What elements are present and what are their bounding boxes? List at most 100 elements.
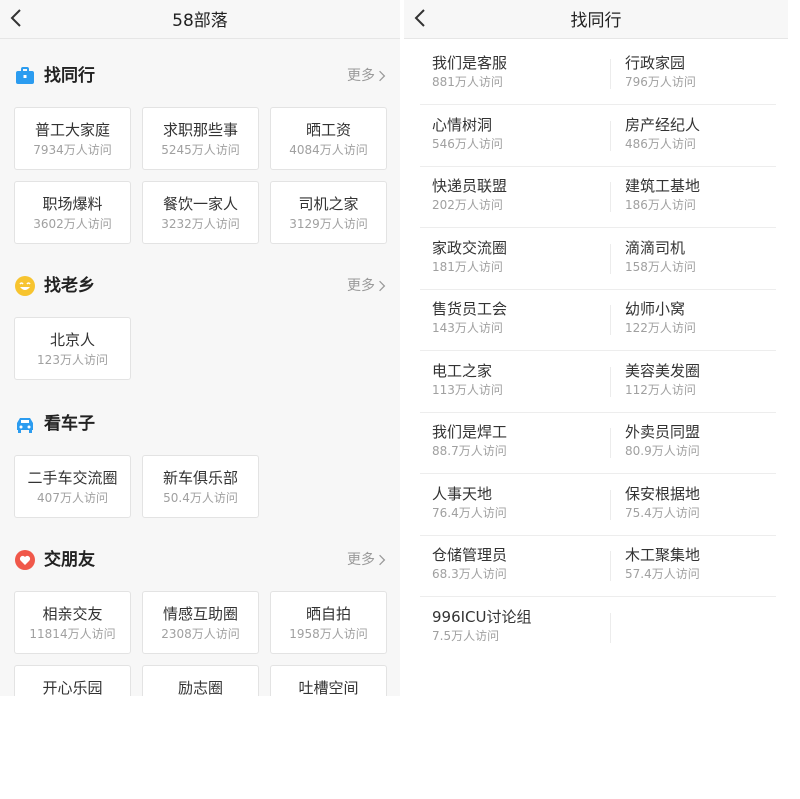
group-visits: 407万人访问 — [37, 491, 108, 505]
group-name: 北京人 — [49, 331, 95, 349]
list-item[interactable]: 滴滴司机 158万人访问 — [625, 238, 788, 275]
group-visits: 3129万人访问 — [289, 217, 368, 231]
group-visits: 3232万人访问 — [161, 217, 240, 231]
group-visits: 88.7万人访问 — [432, 444, 507, 458]
group-card[interactable]: 励志圈 — [142, 665, 259, 696]
group-card[interactable]: 新车俱乐部 50.4万人访问 — [142, 455, 259, 518]
group-name: 人事天地 — [432, 484, 493, 503]
group-visits: 2308万人访问 — [161, 627, 240, 641]
list-item[interactable]: 幼师小窝 122万人访问 — [625, 299, 788, 336]
find-peers-screen: 找同行 我们是客服 881万人访问 行政家园 796万人访问 心情树洞 546万人访问 房产… — [404, 0, 788, 696]
group-card[interactable]: 餐饮一家人 3232万人访问 — [142, 181, 259, 244]
list-row: 我们是焊工 88.7万人访问 外卖员同盟 80.9万人访问 — [420, 412, 776, 474]
column-divider — [610, 551, 611, 581]
chevron-right-icon — [379, 70, 386, 82]
list-row: 快递员联盟 202万人访问 建筑工基地 186万人访问 — [420, 166, 776, 228]
page-title: 找同行 — [570, 11, 622, 31]
group-name: 售货员工会 — [432, 300, 508, 318]
list-item[interactable]: 快递员联盟 202万人访问 — [432, 176, 602, 213]
group-visits: 68.3万人访问 — [432, 567, 507, 581]
group-name: 房产经纪人 — [625, 115, 701, 134]
more-link[interactable]: 更多 — [347, 66, 386, 86]
group-name: 相亲交友 — [42, 605, 103, 623]
group-name: 滴滴司机 — [625, 238, 686, 257]
more-label: 更多 — [347, 278, 375, 294]
more-link[interactable]: 更多 — [347, 550, 386, 570]
list-item[interactable]: 木工聚集地 57.4万人访问 — [625, 545, 788, 582]
group-card[interactable]: 情感互助圈 2308万人访问 — [142, 591, 259, 654]
group-visits: 3602万人访问 — [33, 217, 112, 231]
group-name: 职场爆料 — [42, 195, 103, 213]
column-divider — [610, 182, 611, 212]
nav-bar: 58部落 — [0, 0, 400, 39]
group-card[interactable]: 求职那些事 5245万人访问 — [142, 107, 259, 170]
group-card[interactable]: 普工大家庭 7934万人访问 — [14, 107, 131, 170]
group-card[interactable]: 吐槽空间 — [270, 665, 387, 696]
group-name: 励志圈 — [177, 679, 223, 696]
group-visits: 796万人访问 — [625, 75, 696, 89]
list-item[interactable]: 人事天地 76.4万人访问 — [432, 484, 602, 521]
group-name: 求职那些事 — [162, 121, 238, 139]
group-name: 996ICU讨论组 — [432, 607, 532, 626]
nav-bar: 找同行 — [404, 0, 788, 39]
list-row: 仓储管理员 68.3万人访问 木工聚集地 57.4万人访问 — [420, 535, 776, 597]
group-name: 司机之家 — [298, 195, 359, 213]
heart-icon — [15, 550, 35, 570]
group-visits: 486万人访问 — [625, 136, 696, 151]
group-name: 心情树洞 — [432, 115, 493, 134]
list-item[interactable]: 美容美发圈 112万人访问 — [625, 361, 788, 398]
page-title: 58部落 — [172, 11, 228, 31]
group-visits: 122万人访问 — [625, 321, 696, 335]
group-card[interactable]: 职场爆料 3602万人访问 — [14, 181, 131, 244]
list-item[interactable]: 外卖员同盟 80.9万人访问 — [625, 422, 788, 459]
column-divider — [610, 366, 611, 397]
section-header: 看车子 — [14, 412, 386, 436]
group-visits: 76.4万人访问 — [432, 505, 507, 520]
list-item[interactable]: 我们是焊工 88.7万人访问 — [432, 422, 602, 459]
list-item[interactable]: 我们是客服 881万人访问 — [432, 53, 602, 90]
list-item[interactable]: 售货员工会 143万人访问 — [432, 299, 602, 336]
list-item[interactable]: 建筑工基地 186万人访问 — [625, 176, 788, 213]
column-divider — [610, 59, 611, 89]
group-name: 普工大家庭 — [34, 121, 110, 139]
column-divider — [610, 489, 611, 520]
group-card[interactable]: 二手车交流圈 407万人访问 — [14, 455, 131, 518]
briefcase-icon — [16, 67, 34, 84]
group-visits: 7.5万人访问 — [432, 628, 500, 643]
group-name: 开心乐园 — [42, 679, 103, 696]
section-title: 找同行 — [44, 66, 95, 86]
group-name: 保安根据地 — [625, 484, 701, 503]
group-card[interactable]: 开心乐园 — [14, 665, 131, 696]
group-visits: 181万人访问 — [432, 259, 503, 274]
group-name: 家政交流圈 — [432, 238, 508, 257]
group-card[interactable]: 晒自拍 1958万人访问 — [270, 591, 387, 654]
list-item[interactable]: 仓储管理员 68.3万人访问 — [432, 545, 602, 582]
list-row: 售货员工会 143万人访问 幼师小窝 122万人访问 — [420, 289, 776, 351]
column-divider — [610, 428, 611, 458]
list-item[interactable]: 心情树洞 546万人访问 — [432, 115, 602, 152]
group-card[interactable]: 司机之家 3129万人访问 — [270, 181, 387, 244]
more-link[interactable]: 更多 — [347, 276, 386, 296]
group-visits: 113万人访问 — [432, 382, 503, 397]
list-row: 996ICU讨论组 7.5万人访问 — [420, 597, 776, 658]
group-card[interactable]: 北京人 123万人访问 — [14, 317, 131, 380]
group-visits: 75.4万人访问 — [625, 505, 700, 520]
column-divider — [610, 120, 611, 151]
group-visits: 7934万人访问 — [33, 143, 112, 157]
group-card[interactable]: 相亲交友 11814万人访问 — [14, 591, 131, 654]
group-name: 木工聚集地 — [625, 546, 701, 564]
group-visits: 881万人访问 — [432, 75, 503, 89]
list-item[interactable]: 家政交流圈 181万人访问 — [432, 238, 602, 275]
group-card[interactable]: 晒工资 4084万人访问 — [270, 107, 387, 170]
list-item[interactable]: 电工之家 113万人访问 — [432, 361, 602, 398]
column-divider — [610, 612, 611, 643]
group-name: 外卖员同盟 — [625, 423, 701, 441]
list-item[interactable]: 行政家园 796万人访问 — [625, 53, 788, 90]
tribe-home-screen: 58部落 找同行 更多 普工大家庭 7934万人访问 求职那些事 5245万人访问 晒工资 4… — [0, 0, 400, 696]
list-item[interactable]: 保安根据地 75.4万人访问 — [625, 484, 788, 521]
group-name: 吐槽空间 — [298, 679, 359, 696]
group-name: 电工之家 — [432, 361, 493, 380]
list-item[interactable]: 房产经纪人 486万人访问 — [625, 115, 788, 152]
list-item[interactable]: 996ICU讨论组 7.5万人访问 — [432, 607, 602, 644]
group-visits: 11814万人访问 — [29, 627, 116, 641]
